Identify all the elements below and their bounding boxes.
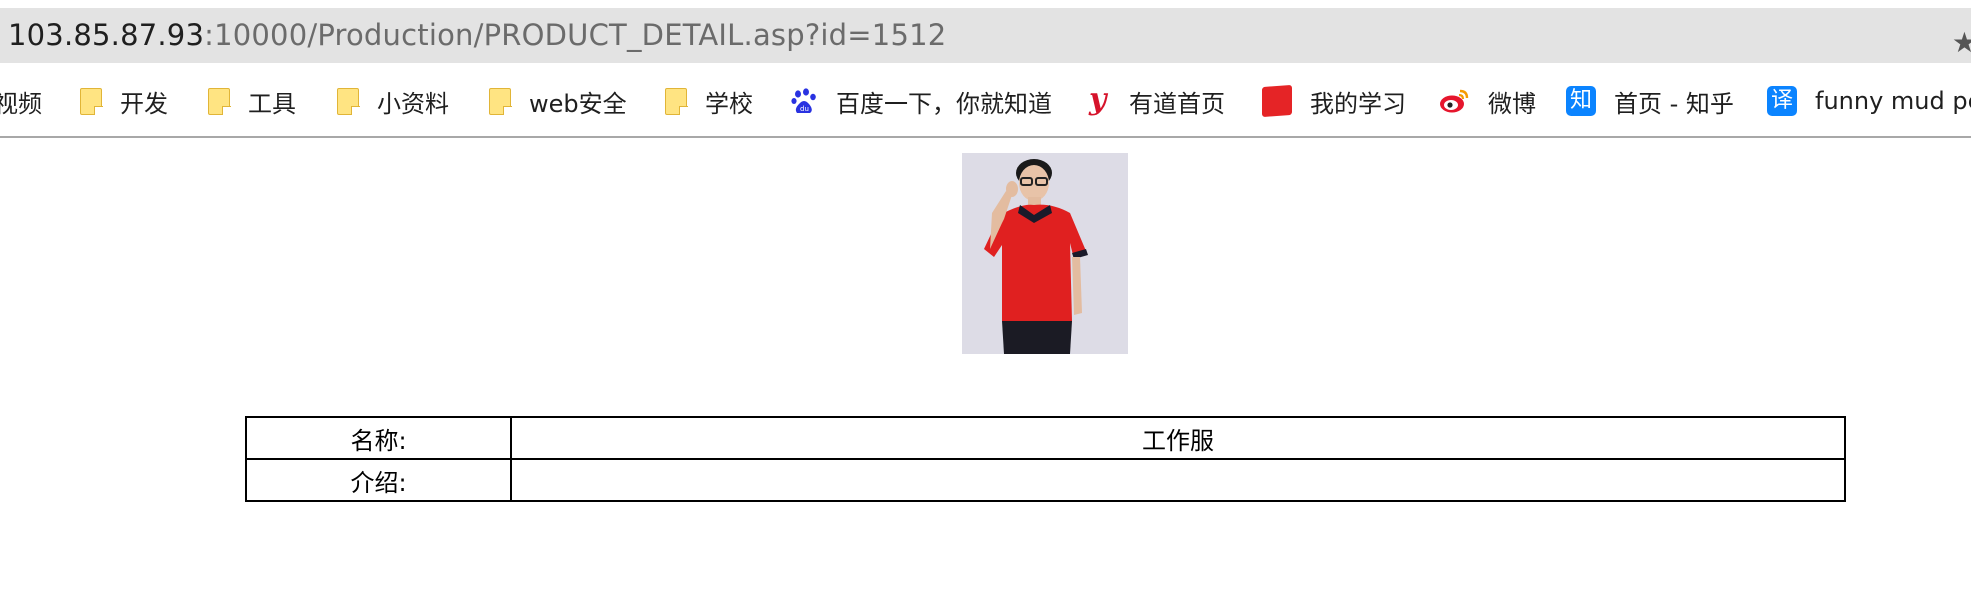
product-detail-table: 名称: 工作服 介绍:	[245, 416, 1846, 502]
bookmark-label: 开发	[120, 89, 168, 118]
table-row: 介绍:	[245, 458, 1846, 502]
bookmark-label: 工具	[248, 89, 296, 118]
bookmark-youdao[interactable]: y 有道首页	[1089, 78, 1225, 124]
bookmark-tools[interactable]: 工具	[208, 78, 296, 124]
intro-label: 介绍:	[245, 458, 512, 502]
bookmark-weibo[interactable]: 微博	[1438, 78, 1536, 124]
bookmark-label: 学校	[705, 89, 753, 118]
url-path: :10000/Production/PRODUCT_DETAIL.asp?id=…	[204, 18, 947, 52]
bookmark-video[interactable]: 视频	[0, 78, 42, 124]
url-host: 103.85.87.93	[8, 18, 205, 52]
bookmark-baidu[interactable]: du 百度一下，你就知道	[790, 78, 1052, 124]
bookmark-web-security[interactable]: web安全	[489, 78, 627, 124]
bookmark-my-study[interactable]: 我的学习	[1262, 78, 1406, 124]
folder-icon	[80, 87, 103, 115]
bookmark-label: 首页 - 知乎	[1614, 89, 1734, 118]
bookmark-label: funny mud pe	[1815, 87, 1971, 115]
bookmarks-bar: 视频 开发 工具 小资料 web安全 学校 du 百度一下，你就知道 y 有道首…	[0, 78, 1971, 124]
folder-icon	[489, 87, 512, 115]
bookmark-funny-mud[interactable]: 译 funny mud pe	[1767, 78, 1971, 124]
address-bar[interactable]: 103.85.87.93:10000/Production/PRODUCT_DE…	[0, 8, 1971, 63]
zhihu-icon: 知	[1566, 86, 1596, 116]
bookmark-label: 有道首页	[1129, 89, 1225, 118]
table-row: 名称: 工作服	[245, 416, 1846, 460]
study-icon	[1262, 84, 1292, 118]
bookmark-label: web安全	[529, 89, 627, 118]
baidu-paw-icon: du	[790, 87, 818, 115]
name-value: 工作服	[510, 416, 1846, 460]
bookmark-label: 视频	[0, 89, 42, 118]
folder-icon	[337, 87, 360, 115]
person-in-uniform-image	[962, 153, 1128, 354]
bookmark-label: 微博	[1488, 89, 1536, 118]
intro-value	[510, 458, 1846, 502]
weibo-icon	[1438, 87, 1470, 115]
translate-icon: 译	[1767, 86, 1797, 116]
youdao-icon: y	[1089, 82, 1107, 117]
bookmark-zhihu[interactable]: 知 首页 - 知乎	[1566, 78, 1734, 124]
name-label: 名称:	[245, 416, 512, 460]
product-photo	[962, 153, 1128, 354]
bookmark-notes[interactable]: 小资料	[337, 78, 449, 124]
bookmark-school[interactable]: 学校	[665, 78, 753, 124]
bookmark-dev[interactable]: 开发	[80, 78, 168, 124]
bookmark-label: 小资料	[377, 89, 449, 118]
bookmark-label: 百度一下，你就知道	[836, 89, 1052, 118]
folder-icon	[665, 87, 688, 115]
bookmark-label: 我的学习	[1310, 89, 1406, 118]
toolbar-divider	[0, 136, 1971, 138]
folder-icon	[208, 87, 231, 115]
url-text[interactable]: 103.85.87.93:10000/Production/PRODUCT_DE…	[8, 18, 946, 52]
svg-text:du: du	[800, 105, 809, 113]
bookmark-star-icon[interactable]: ★	[1952, 26, 1971, 59]
